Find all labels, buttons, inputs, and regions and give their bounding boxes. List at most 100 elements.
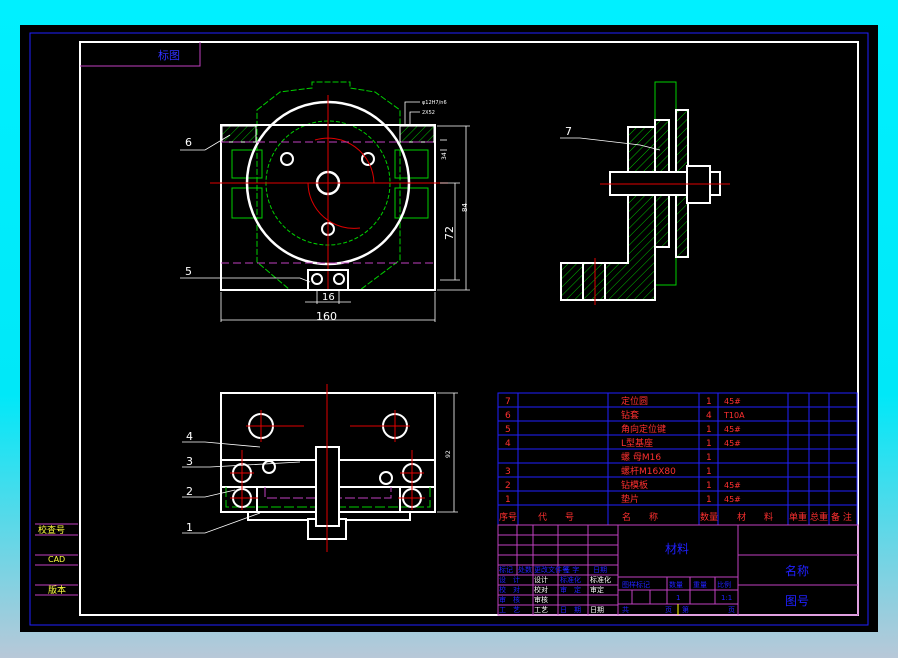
sign-role: 校 对 [499,585,520,594]
dim-160: 160 [316,310,337,323]
side-label: 版本 [48,584,66,596]
part-material: 45# [724,425,741,434]
title-name: 名称 [785,563,809,578]
dim-16: 16 [322,292,335,303]
header-total-weight: 总重 [810,511,828,523]
sign-name: 校对 [534,585,548,594]
side-view [560,81,730,305]
part-name: 螺杆M16X80 [621,465,676,477]
front-view [182,384,458,552]
parts-row: 5 角向定位键 1 45# [505,423,741,435]
sheet-page-label2: 页 [728,606,735,614]
part-qty: 1 [706,425,712,435]
part-number: 3 [505,467,511,477]
balloon-1: 1 [186,521,193,534]
part-qty: 1 [706,481,712,491]
parts-row: 螺 母M16 1 [621,452,712,463]
sign-role2: 审 定 [560,585,581,594]
part-name: 垫片 [621,493,639,505]
sign-name2: 日期 [590,606,604,614]
part-name: 螺 母M16 [621,452,661,463]
part-name: L型基座 [621,437,653,449]
sign-role: 设 计 [499,575,520,584]
part-number: 6 [505,411,511,421]
sign-name2: 审定 [590,585,604,594]
sheet-no-label: 第 [682,605,689,614]
balloon-5: 5 [185,265,192,278]
outer-frame [29,32,869,626]
revision-header: 标记 处数 更改文件号 签 字 日期 [499,565,607,574]
part-number: 4 [505,439,511,449]
title-material: 材料 [665,542,689,556]
sign-role2: 标准化 [560,575,581,584]
sheet-total-label: 共 [622,605,629,614]
header-code: 代 号 [538,512,574,523]
balloon-7: 7 [565,125,572,138]
header-name: 名 称 [622,511,658,523]
header-no: 序号 [499,511,517,523]
sheet-page-label: 页 [665,606,672,614]
stage-mark: 图样标记 [622,580,650,589]
part-name: 定位圆 [621,395,648,407]
part-number: 1 [505,495,511,505]
part-qty: 1 [706,397,712,407]
part-qty: 1 [706,439,712,449]
top-view [180,81,470,322]
part-qty: 1 [706,467,712,477]
part-name: 钻模板 [621,479,648,491]
title-drawing-no: 图号 [785,594,809,608]
part-name: 钻套 [621,409,639,421]
parts-row: 1 垫片 1 45# [505,493,741,505]
balloon-3: 3 [186,455,193,468]
corner-box [80,42,201,67]
part-qty: 1 [706,453,712,463]
corner-label: 标图 [158,48,180,62]
part-material: 45# [724,397,741,406]
parts-list-grid [497,392,858,526]
parts-row: 2 钻模板 1 45# [505,479,741,491]
part-material: 45# [724,481,741,490]
part-qty: 4 [706,411,712,421]
dim-34: 34 [441,152,448,160]
stage-scale: 比例 [717,580,731,589]
parts-row: 7 定位圆 1 45# [505,395,741,407]
part-number: 2 [505,481,511,491]
header-unit-weight: 单重 [789,511,807,523]
rev-date: 日期 [593,566,607,574]
sign-name: 设计 [534,575,548,584]
dim-84: 84 [461,203,469,212]
sign-role: 审 核 [499,595,520,604]
quantity-value: 1 [676,594,680,602]
header-qty: 数量 [700,511,718,523]
parts-row: 4 L型基座 1 45# [505,437,741,449]
sign-role2: 日 期 [560,606,581,614]
header-material: 材 料 [737,511,773,523]
sign-name2: 标准化 [590,575,611,584]
side-label: 校查号 [38,524,65,536]
dim-72: 72 [443,226,456,240]
stage-qty: 数量 [669,580,683,589]
dim-fit: φ12H7/n6 [422,100,447,106]
parts-row: 6 钻套 4 T10A [505,409,745,421]
balloon-2: 2 [186,485,193,498]
part-number: 5 [505,425,511,435]
cad-drawing-canvas[interactable]: 标图 校查号 CAD 版本 160 16 72 84 34 φ12H7/n6 2… [20,25,878,632]
drawing-svg: 标图 校查号 CAD 版本 160 16 72 84 34 φ12H7/n6 2… [29,32,869,626]
parts-list: 7 定位圆 1 45# 6 钻套 4 T10A 5 角向定位键 1 45# 4 L型基座 1 45# 螺 母M1… [505,395,745,505]
drawing-border [79,41,859,616]
sign-role: 工 艺 [499,606,520,614]
scale-value: 1:1 [721,594,732,602]
part-qty: 1 [706,495,712,505]
part-material: 45# [724,439,741,448]
stage-weight: 重量 [693,581,707,589]
part-material: T10A [723,411,745,420]
rev-sign: 签 字 [563,565,579,574]
rev-count: 处数 [518,565,532,574]
part-number: 7 [505,397,511,407]
side-label: CAD [48,555,65,564]
parts-list-header: 序号 代 号 名 称 数量 材 料 单重 总重 备 注 [499,511,852,523]
dim-front-height: 92 [445,450,452,458]
header-remark: 备 注 [831,511,852,523]
rev-mark: 标记 [499,565,513,574]
part-name: 角向定位键 [621,423,666,435]
